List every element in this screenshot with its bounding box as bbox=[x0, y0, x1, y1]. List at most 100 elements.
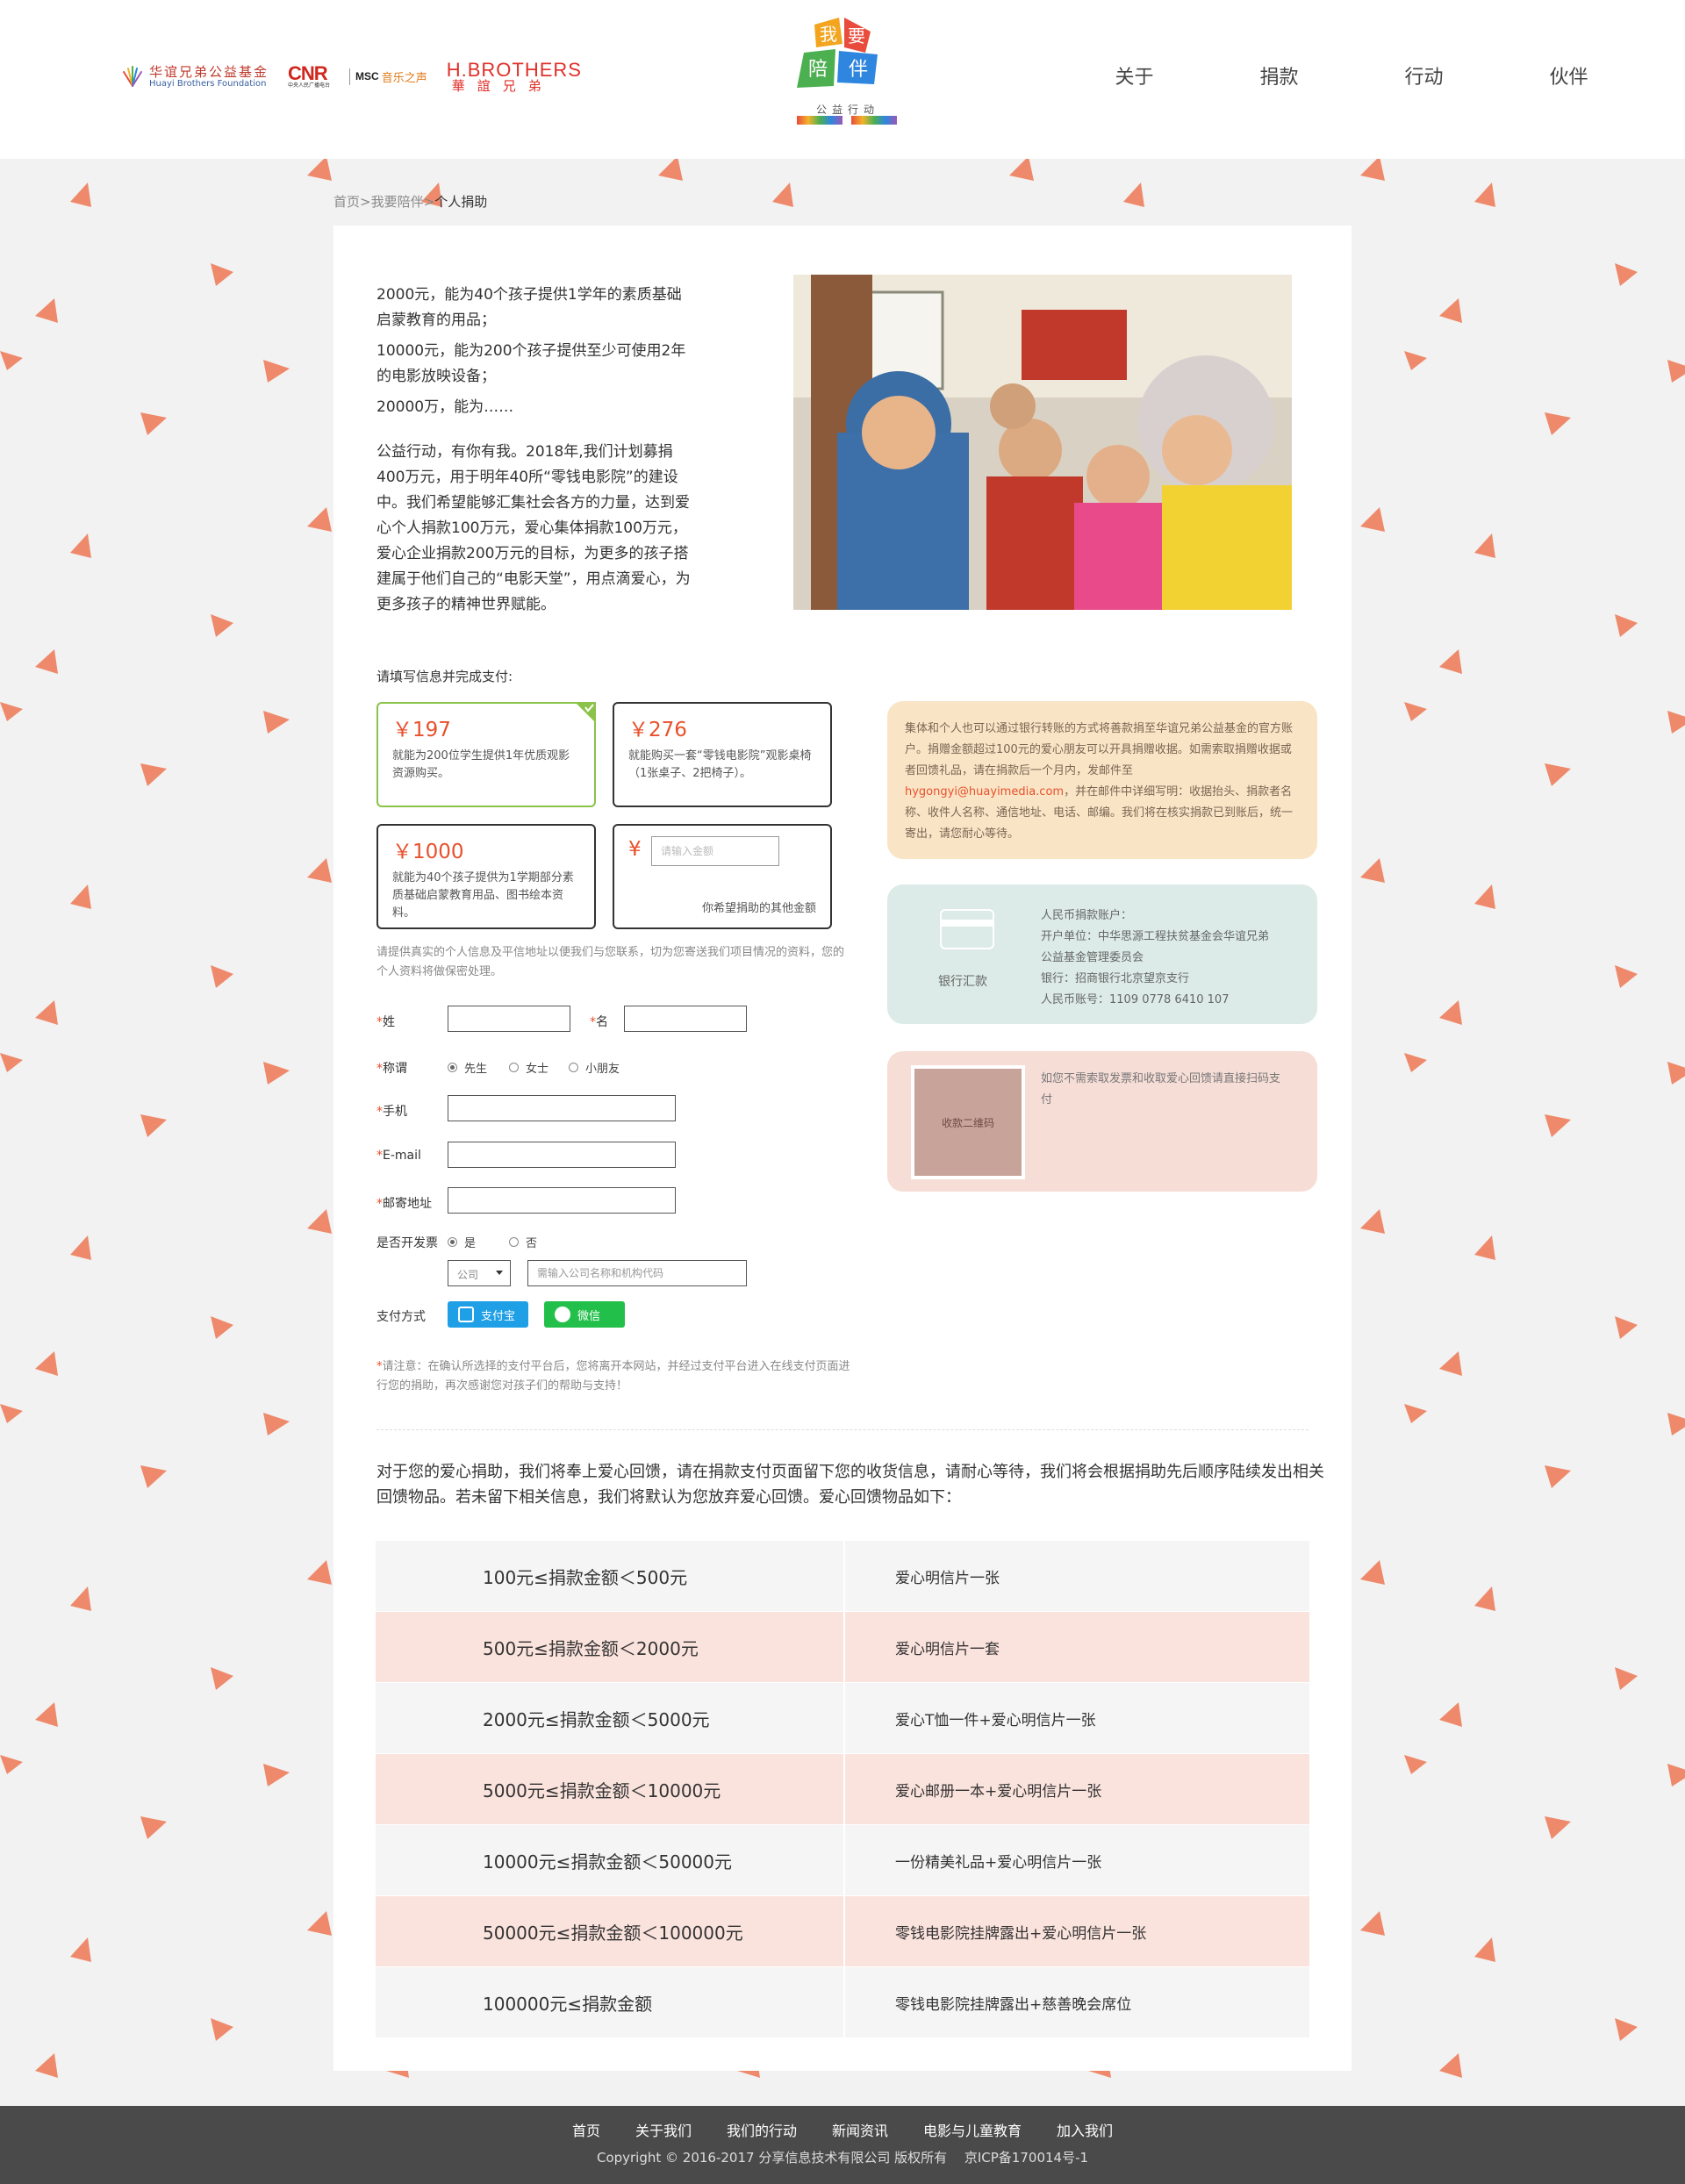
hbrothers-logo-zh: 華誼兄弟 bbox=[451, 78, 554, 95]
qr-payment-panel: 收款二维码 如您不需索取发票和收取爱心回馈请直接扫码支付 bbox=[887, 1051, 1317, 1192]
table-row: 10000元≤捐款金额＜50000元 一份精美礼品+爱心明信片一张 bbox=[376, 1825, 1309, 1895]
campaign-logo[interactable]: 我 要 陪 伴 公益行动 bbox=[790, 18, 904, 132]
reward-gift: 零钱电影院挂牌露出+爱心明信片一张 bbox=[845, 1896, 1309, 1966]
nav-donate[interactable]: 捐款 bbox=[1207, 61, 1352, 90]
nav-action[interactable]: 行动 bbox=[1352, 61, 1496, 90]
main-nav: 关于 捐款 行动 伙伴 bbox=[1062, 61, 1641, 90]
account-line: 银行：招商银行北京望京支行 bbox=[1041, 972, 1190, 985]
nav-about[interactable]: 关于 bbox=[1062, 61, 1207, 90]
salutation-label-text: 称谓 bbox=[383, 1062, 407, 1076]
phone-label: *手机 bbox=[376, 1102, 407, 1120]
donation-card: 2000元，能为40个孩子提供1学年的素质基础启蒙教育的用品； 10000元，能… bbox=[333, 226, 1352, 2071]
invoice-yes-text: 是 bbox=[464, 1237, 477, 1250]
reward-range: 10000元≤捐款金额＜50000元 bbox=[376, 1825, 843, 1895]
reward-range: 2000元≤捐款金额＜5000元 bbox=[376, 1683, 843, 1753]
amount-desc: 就能为40个孩子提供为1学期部分素质基础启蒙教育用品、图书绘本资料。 bbox=[392, 871, 574, 920]
amount-option-custom[interactable]: ¥ 你希望捐助的其他金额 bbox=[613, 824, 832, 929]
payment-notice: *请注意：在确认所选择的支付平台后，您将离开本网站，并经过支付平台进入在线支付页… bbox=[376, 1357, 850, 1396]
required-mark: * bbox=[376, 1197, 383, 1211]
reward-gift: 零钱电影院挂牌露出+慈善晚会席位 bbox=[845, 1967, 1309, 2037]
salutation-ms[interactable]: 女士 bbox=[509, 1059, 549, 1076]
breadcrumb-current: 个人捐助 bbox=[434, 194, 488, 210]
radio-icon bbox=[569, 1063, 578, 1072]
qr-note: 如您不需索取发票和收取爱心回馈请直接扫码支付 bbox=[1041, 1072, 1281, 1106]
bank-account-info: 人民币捐款账户： 开户单位：中华思源工程扶贫基金会华谊兄弟 公益基金管理委员会 … bbox=[1041, 906, 1269, 1011]
address-input[interactable] bbox=[448, 1187, 676, 1214]
huayi-logo-zh: 华谊兄弟公益基金 bbox=[149, 63, 269, 80]
reward-range: 500元≤捐款金额＜2000元 bbox=[376, 1612, 843, 1682]
reward-range: 50000元≤捐款金额＜100000元 bbox=[376, 1896, 843, 1966]
custom-amount-label: 你希望捐助的其他金额 bbox=[701, 902, 816, 915]
site-header: 华谊兄弟公益基金 Huayi Brothers Foundation CNR 中… bbox=[0, 0, 1685, 159]
invoice-no[interactable]: 否 bbox=[509, 1234, 537, 1250]
huayi-foundation-logo[interactable]: 华谊兄弟公益基金 Huayi Brothers Foundation bbox=[121, 63, 269, 89]
email-label: *E-mail bbox=[376, 1149, 421, 1163]
footer-link-home[interactable]: 首页 bbox=[555, 2119, 618, 2140]
children-photo-image bbox=[793, 275, 1292, 610]
wechat-pay-button[interactable]: 微信 bbox=[544, 1301, 625, 1328]
campaign-logo-mark: 我 要 陪 伴 bbox=[797, 18, 878, 88]
amount-option-1000[interactable]: ￥1000 就能为40个孩子提供为1学期部分素质基础启蒙教育用品、图书绘本资料。 bbox=[376, 824, 596, 929]
reward-gift: 爱心邮册一本+爱心明信片一张 bbox=[845, 1754, 1309, 1824]
payment-label: 支付方式 bbox=[376, 1310, 426, 1324]
amount-option-197[interactable]: ￥197 就能为200位学生提供1年优质观影资源购买。 bbox=[376, 702, 596, 807]
invoice-type-select[interactable]: 公司 bbox=[448, 1260, 511, 1286]
required-mark: * bbox=[376, 1015, 383, 1029]
radio-icon bbox=[448, 1237, 457, 1247]
footer-link-join[interactable]: 加入我们 bbox=[1039, 2119, 1130, 2140]
footer-link-news[interactable]: 新闻资讯 bbox=[814, 2119, 906, 2140]
amount-value: ￥197 bbox=[392, 719, 451, 741]
radio-icon bbox=[509, 1237, 519, 1247]
address-label: *邮寄地址 bbox=[376, 1194, 432, 1212]
svg-text:陪: 陪 bbox=[808, 59, 828, 81]
footer-link-actions[interactable]: 我们的行动 bbox=[709, 2119, 814, 2140]
bank-note-text: 集体和个人也可以通过银行转账的方式将善款捐至华谊兄弟公益基金的官方账户。捐赠金额… bbox=[905, 722, 1294, 777]
hbrothers-logo[interactable]: H.BROTHERS 華誼兄弟 bbox=[447, 60, 582, 94]
bank-transfer-label: 银行汇款 bbox=[938, 975, 987, 989]
salutation-kid[interactable]: 小朋友 bbox=[569, 1059, 620, 1076]
amount-option-276[interactable]: ￥276 就能购买一套“零钱电影院”观影桌椅（1张桌子、2把椅子）。 bbox=[613, 702, 832, 807]
required-mark: * bbox=[376, 1105, 383, 1119]
wechat-icon bbox=[555, 1307, 570, 1322]
given-name-input[interactable] bbox=[624, 1006, 747, 1032]
salutation-mr-text: 先生 bbox=[464, 1063, 488, 1076]
fan-icon bbox=[123, 66, 142, 88]
intro-paragraph: 公益行动，有你有我。2018年,我们计划募捐400万元，用于明年40所“零钱电影… bbox=[376, 443, 691, 613]
reward-gift: 爱心明信片一套 bbox=[845, 1612, 1309, 1682]
reward-intro: 对于您的爱心捐助，我们将奉上爱心回馈，请在捐款支付页面留下您的收货信息，请耐心等… bbox=[376, 1463, 1324, 1507]
footer-link-education[interactable]: 电影与儿童教育 bbox=[906, 2119, 1039, 2140]
custom-amount-input[interactable] bbox=[651, 836, 779, 866]
footer-link-about[interactable]: 关于我们 bbox=[618, 2119, 709, 2140]
cnr-logo[interactable]: CNR 中央人民广播电台 bbox=[288, 64, 330, 89]
salutation-mr[interactable]: 先生 bbox=[448, 1059, 487, 1076]
amount-desc: 就能购买一套“零钱电影院”观影桌椅（1张桌子、2把椅子）。 bbox=[628, 749, 812, 780]
email-input[interactable] bbox=[448, 1142, 676, 1168]
form-title: 请填写信息并完成支付: bbox=[376, 669, 513, 684]
breadcrumb: 首页>我要陪伴>个人捐助 bbox=[333, 192, 487, 211]
surname-input[interactable] bbox=[448, 1006, 570, 1032]
selected-check-icon bbox=[575, 702, 596, 723]
nav-partners[interactable]: 伙伴 bbox=[1496, 61, 1641, 90]
breadcrumb-home[interactable]: 首页 bbox=[333, 194, 360, 210]
account-line: 人民币账号：1109 0778 6410 107 bbox=[1041, 993, 1230, 1006]
alipay-button[interactable]: 支付宝 bbox=[448, 1301, 528, 1328]
svg-text:要: 要 bbox=[848, 25, 865, 47]
intro-text: 2000元，能为40个孩子提供1学年的素质基础启蒙教育的用品； 10000元，能… bbox=[376, 283, 692, 623]
given-name-label: *名 bbox=[590, 1013, 608, 1030]
phone-input[interactable] bbox=[448, 1095, 676, 1121]
table-row: 2000元≤捐款金额＜5000元 爱心T恤一件+爱心明信片一张 bbox=[376, 1683, 1309, 1753]
payment-qr-code[interactable]: 收款二维码 bbox=[911, 1065, 1025, 1179]
radio-icon bbox=[509, 1063, 519, 1072]
campaign-logo-strip bbox=[797, 116, 897, 125]
account-line: 公益基金管理委员会 bbox=[1041, 951, 1144, 964]
invoice-company-input[interactable] bbox=[527, 1260, 747, 1286]
alipay-icon bbox=[458, 1307, 474, 1322]
radio-icon bbox=[448, 1063, 457, 1072]
music-radio-logo[interactable]: MSC 音乐之声 bbox=[349, 68, 427, 85]
contact-email-link[interactable]: hygongyi@huayimedia.com bbox=[905, 785, 1064, 798]
invoice-yes[interactable]: 是 bbox=[448, 1234, 476, 1250]
required-mark: * bbox=[376, 1062, 383, 1076]
breadcrumb-parent[interactable]: 我要陪伴 bbox=[371, 194, 424, 210]
svg-text:我: 我 bbox=[820, 24, 837, 45]
reward-gift: 爱心T恤一件+爱心明信片一张 bbox=[845, 1683, 1309, 1753]
